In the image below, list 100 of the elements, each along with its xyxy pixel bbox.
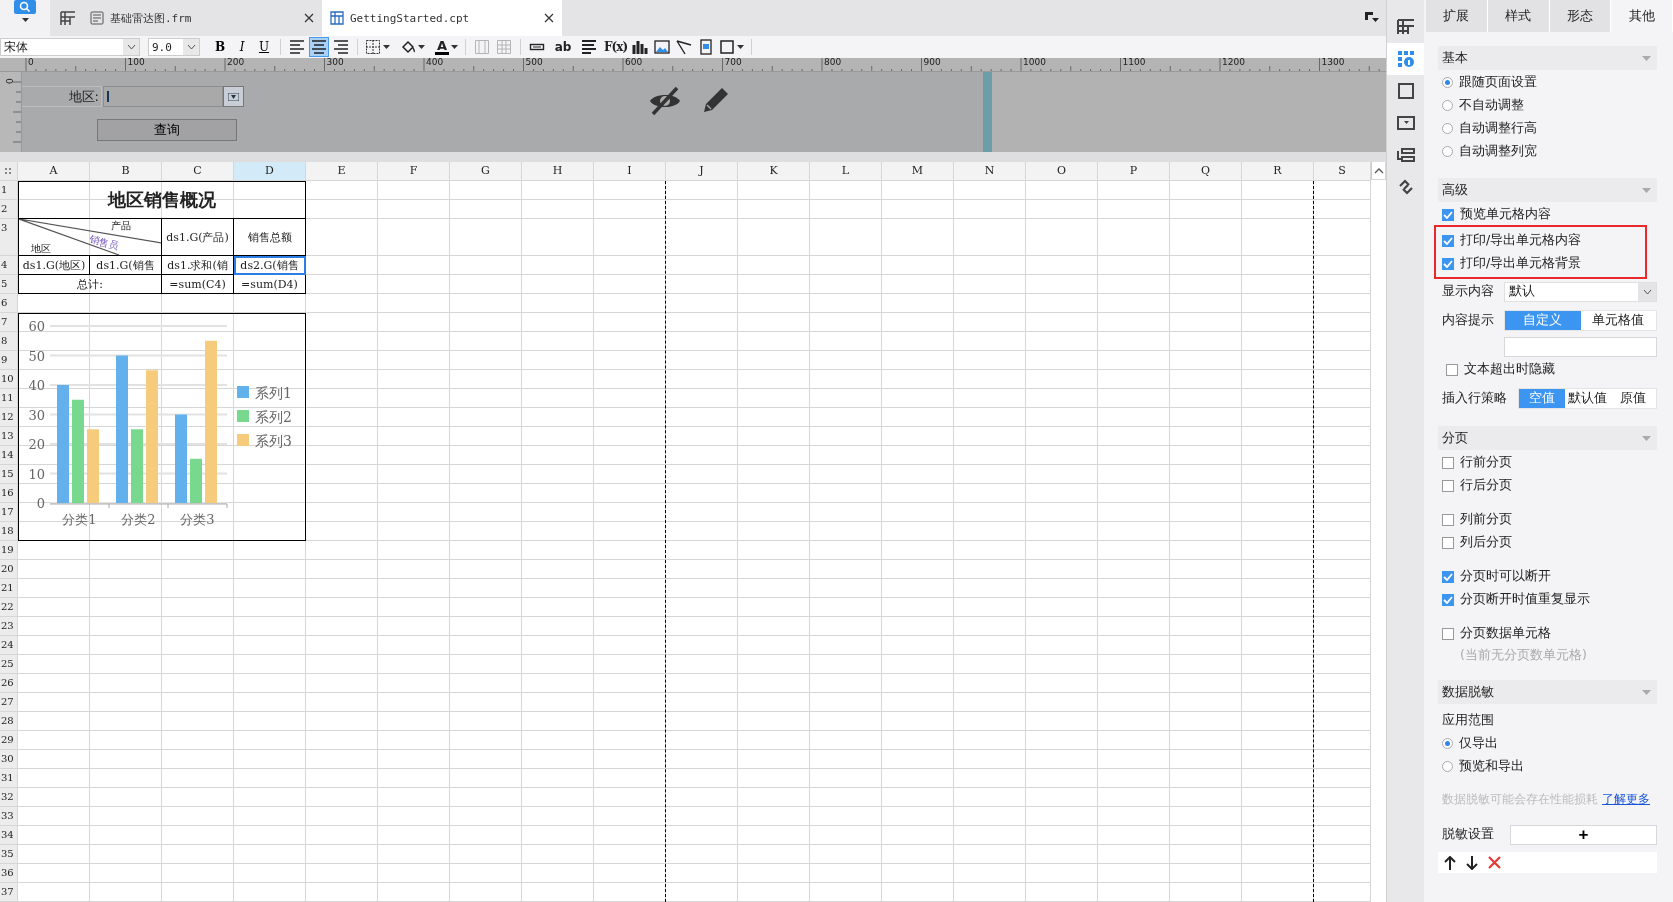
row-header[interactable]: 33	[0, 807, 18, 826]
radio-option[interactable]: 跟随页面设置	[1438, 71, 1657, 94]
segment-option[interactable]: 默认值	[1564, 388, 1611, 408]
radio-button[interactable]	[1442, 77, 1453, 88]
column-header[interactable]: N	[954, 162, 1026, 181]
bold-button[interactable]: B	[210, 37, 230, 57]
row-header[interactable]: 6	[0, 294, 18, 313]
side-tab[interactable]	[1387, 43, 1424, 75]
row-header[interactable]: 10	[0, 370, 18, 389]
panel-tab[interactable]: 样式	[1487, 0, 1550, 32]
column-header[interactable]: R	[1242, 162, 1314, 181]
align-center-button[interactable]	[309, 37, 329, 57]
file-tab[interactable]: GettingStarted.cpt	[322, 0, 562, 36]
font-size-select[interactable]: 9.0	[148, 38, 200, 56]
chat-search-icon[interactable]	[14, 0, 36, 14]
checkbox[interactable]	[1442, 257, 1454, 270]
row-header[interactable]: 36	[0, 864, 18, 883]
input-field[interactable]	[103, 86, 223, 107]
row-header[interactable]: 16	[0, 484, 18, 503]
row-header[interactable]: 14	[0, 446, 18, 465]
checkbox[interactable]	[1442, 456, 1454, 469]
checkbox[interactable]	[1442, 208, 1454, 221]
learn-more-link[interactable]: 了解更多	[1602, 791, 1650, 808]
row-header[interactable]: 27	[0, 693, 18, 712]
row-header[interactable]: 3	[0, 219, 18, 256]
column-header[interactable]: L	[810, 162, 882, 181]
scroll-up-button[interactable]	[1371, 162, 1386, 180]
formula-button[interactable]: F(x)	[603, 37, 629, 57]
row-header[interactable]: 12	[0, 408, 18, 427]
column-header[interactable]: G	[450, 162, 522, 181]
radio-button[interactable]	[1442, 738, 1453, 749]
row-header[interactable]: 9	[0, 351, 18, 370]
query-button[interactable]: 查询	[97, 119, 237, 141]
eye-slash-icon[interactable]	[648, 86, 682, 116]
panel-tab[interactable]: 扩展	[1426, 0, 1488, 32]
row-header[interactable]: 34	[0, 826, 18, 845]
row-header[interactable]: 24	[0, 636, 18, 655]
radio-option[interactable]: 仅导出	[1438, 732, 1657, 755]
section-header[interactable]: 高级	[1438, 178, 1657, 202]
column-header[interactable]: O	[1026, 162, 1098, 181]
row-header[interactable]: 13	[0, 427, 18, 446]
checkbox[interactable]	[1446, 363, 1458, 376]
text-button[interactable]: ab	[553, 37, 574, 57]
row-header[interactable]: 1	[0, 181, 18, 200]
panel-tab[interactable]: 其他	[1611, 0, 1673, 32]
delete-icon[interactable]	[1488, 856, 1501, 869]
radio-button[interactable]	[1442, 146, 1453, 157]
close-icon[interactable]	[304, 13, 314, 23]
column-header[interactable]: K	[738, 162, 810, 181]
checkbox[interactable]	[1442, 627, 1454, 640]
column-header[interactable]: B	[90, 162, 162, 181]
row-header[interactable]: 28	[0, 712, 18, 731]
checkbox[interactable]	[1442, 593, 1454, 606]
add-button[interactable]: +	[1510, 824, 1657, 845]
row-header[interactable]: 25	[0, 655, 18, 674]
row-header[interactable]: 20	[0, 560, 18, 579]
align-right-button[interactable]	[331, 37, 351, 57]
radio-button[interactable]	[1442, 123, 1453, 134]
row-header[interactable]: 18	[0, 522, 18, 541]
row-header[interactable]: 19	[0, 541, 18, 560]
row-header[interactable]: 23	[0, 617, 18, 636]
column-header[interactable]: P	[1098, 162, 1170, 181]
radio-button[interactable]	[1442, 100, 1453, 111]
column-header[interactable]: C	[162, 162, 234, 181]
font-select[interactable]: 宋体	[0, 38, 140, 56]
radio-option[interactable]: 自动调整行高	[1438, 117, 1657, 140]
row-header[interactable]: 22	[0, 598, 18, 617]
column-header[interactable]: S	[1314, 162, 1371, 181]
row-header[interactable]: 21	[0, 579, 18, 598]
column-header[interactable]: E	[306, 162, 378, 181]
row-header[interactable]: 8	[0, 332, 18, 351]
row-header[interactable]: 37	[0, 883, 18, 902]
section-header[interactable]: 数据脱敏	[1438, 680, 1657, 704]
underline-button[interactable]: U	[254, 37, 274, 57]
dropdown-menu-icon[interactable]	[1364, 11, 1380, 25]
row-header[interactable]: 7	[0, 313, 18, 332]
row-header[interactable]: 29	[0, 731, 18, 750]
section-header[interactable]: 基本	[1438, 46, 1657, 70]
font-color-button[interactable]: A	[434, 37, 460, 57]
row-header[interactable]: 4	[0, 256, 18, 275]
column-header[interactable]: A	[18, 162, 90, 181]
checkbox[interactable]	[1442, 479, 1454, 492]
italic-button[interactable]: I	[232, 37, 252, 57]
row-header[interactable]: 15	[0, 465, 18, 484]
checkbox[interactable]	[1442, 570, 1454, 583]
image-button[interactable]	[652, 37, 673, 57]
arrow-up-icon[interactable]	[1444, 855, 1456, 870]
section-header[interactable]: 分页	[1438, 426, 1657, 450]
column-header[interactable]: D	[234, 162, 306, 181]
checkbox[interactable]	[1442, 536, 1454, 549]
border-button[interactable]	[364, 37, 391, 57]
checkbox[interactable]	[1442, 513, 1454, 526]
radio-option[interactable]: 不自动调整	[1438, 94, 1657, 117]
splitter-handle[interactable]	[983, 72, 992, 152]
row-header[interactable]: 35	[0, 845, 18, 864]
column-header[interactable]: M	[882, 162, 954, 181]
column-header[interactable]: J	[666, 162, 738, 181]
row-header[interactable]: 30	[0, 750, 18, 769]
radio-option[interactable]: 预览和导出	[1438, 755, 1657, 778]
frame-button[interactable]	[718, 37, 746, 57]
